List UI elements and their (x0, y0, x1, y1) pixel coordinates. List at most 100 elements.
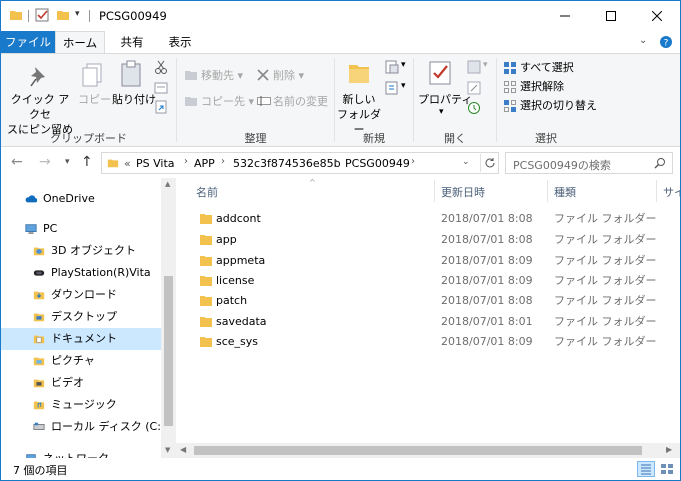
column-header-name[interactable]: 名前 (196, 184, 218, 200)
table-row[interactable]: savedata 2018/07/01 8:01 ファイル フォルダー (176, 312, 680, 332)
open-icon[interactable] (467, 60, 481, 74)
breadcrumb-item[interactable]: PCSG00949 (345, 157, 410, 170)
breadcrumb-overflow[interactable]: « (124, 157, 131, 170)
copy-to-button[interactable]: コピー先 ▾ (201, 94, 254, 109)
forward-button[interactable]: → (39, 154, 51, 170)
column-header-date[interactable]: 更新日時 (441, 184, 485, 200)
column-divider[interactable] (656, 180, 657, 202)
table-row[interactable]: app 2018/07/01 8:08 ファイル フォルダー (176, 230, 680, 250)
scroll-up-icon[interactable]: ▲ (165, 180, 170, 188)
nav-item-3d-objects[interactable]: 3D オブジェクト (1, 240, 161, 262)
breadcrumb-item[interactable]: APP (194, 157, 215, 170)
column-divider[interactable] (434, 180, 435, 202)
breadcrumb-chevron-icon[interactable]: › (221, 156, 225, 167)
search-box[interactable]: PCSG00949の検索 (505, 152, 673, 174)
nav-vertical-scrollbar[interactable]: ▲ ▼ (161, 178, 176, 458)
cut-icon[interactable] (154, 60, 168, 74)
copy-button[interactable]: コピー (78, 92, 111, 107)
table-row[interactable]: sce_sys 2018/07/01 8:09 ファイル フォルダー (176, 332, 680, 352)
edit-icon[interactable] (467, 81, 481, 95)
help-icon[interactable]: ? (659, 35, 673, 49)
tab-file[interactable]: ファイル (1, 31, 55, 53)
invert-selection-icon (504, 100, 516, 112)
move-to-button[interactable]: 移動先 ▾ (201, 68, 243, 83)
nav-item-network[interactable]: ネットワーク (1, 448, 161, 458)
new-folder-icon (349, 65, 369, 83)
scroll-left-icon[interactable]: ◀ (180, 445, 186, 454)
select-all-button[interactable]: すべて選択 (520, 60, 574, 75)
copy-path-icon[interactable] (154, 81, 168, 95)
table-row[interactable]: patch 2018/07/01 8:08 ファイル フォルダー (176, 291, 680, 311)
breadcrumb-item[interactable]: PS Vita (136, 157, 175, 170)
address-dropdown-icon[interactable]: ⌄ (462, 157, 470, 167)
scroll-right-icon[interactable]: ▶ (666, 445, 672, 454)
minimize-button[interactable] (542, 1, 588, 31)
ribbon-collapse-icon[interactable]: ⌄ (639, 35, 647, 46)
properties-button[interactable]: プロパティ (418, 92, 472, 107)
rename-button[interactable]: 名前の変更 (273, 94, 328, 109)
properties-dropdown-icon[interactable]: ▾ (439, 107, 444, 117)
nav-item-local-disk-c[interactable]: ローカル ディスク (C:) (1, 416, 165, 438)
large-icons-view-button[interactable] (658, 461, 676, 477)
content-scroll-thumb[interactable] (194, 446, 642, 455)
delete-button[interactable]: 削除 ▾ (273, 68, 304, 83)
history-icon[interactable] (467, 101, 481, 115)
recent-locations-button[interactable]: ▾ (65, 157, 70, 167)
select-none-button[interactable]: 選択解除 (520, 79, 564, 94)
nav-item-pictures[interactable]: ピクチャ (1, 350, 161, 372)
content-horizontal-scrollbar[interactable]: ◀ ▶ (176, 443, 680, 458)
paste-button[interactable]: 貼り付け (112, 92, 156, 107)
pin-icon (30, 67, 45, 87)
nav-scroll-thumb[interactable] (164, 276, 173, 426)
search-input[interactable]: PCSG00949の検索 (513, 157, 611, 173)
invert-selection-button[interactable]: 選択の切り替え (520, 98, 597, 113)
file-type: ファイル フォルダー (554, 254, 657, 267)
paste-shortcut-icon[interactable] (154, 100, 168, 114)
column-header-type[interactable]: 種類 (554, 184, 576, 200)
table-row[interactable]: appmeta 2018/07/01 8:09 ファイル フォルダー (176, 251, 680, 271)
table-row[interactable]: license 2018/07/01 8:09 ファイル フォルダー (176, 271, 680, 291)
nav-item-videos[interactable]: ビデオ (1, 372, 161, 394)
nav-item-documents[interactable]: ドキュメント (1, 328, 161, 350)
nav-item-music[interactable]: ミュージック (1, 394, 161, 416)
refresh-icon[interactable] (484, 157, 496, 169)
table-row[interactable]: addcont 2018/07/01 8:08 ファイル フォルダー (176, 209, 680, 229)
tab-view[interactable]: 表示 (157, 31, 203, 53)
3d-objects-icon (33, 247, 45, 256)
maximize-button[interactable] (588, 1, 634, 31)
up-button[interactable]: ↑ (81, 154, 93, 170)
scroll-down-icon[interactable]: ▼ (165, 446, 170, 454)
nav-item-playstation-vita[interactable]: PlayStation(R)Vita (1, 262, 161, 284)
new-item-icon[interactable] (385, 60, 399, 74)
nav-label: OneDrive (43, 192, 95, 205)
details-view-icon (641, 464, 651, 475)
nav-item-downloads[interactable]: ダウンロード (1, 284, 161, 306)
open-dropdown-icon[interactable]: ▾ (483, 60, 488, 70)
easy-access-icon[interactable] (385, 81, 399, 95)
column-divider[interactable] (547, 180, 548, 202)
breadcrumb-chevron-icon[interactable]: › (334, 156, 338, 167)
properties-quick-icon[interactable] (35, 8, 49, 22)
nav-item-pc[interactable]: PC (1, 218, 161, 240)
back-button[interactable]: ← (11, 154, 23, 170)
column-header-size[interactable]: サイ (663, 184, 680, 200)
folder-icon (107, 159, 119, 168)
easy-access-dropdown-icon[interactable]: ▾ (401, 81, 406, 91)
customize-quick-access-icon[interactable]: ▾ (75, 9, 80, 19)
title-bar: ▾ PCSG00949 (1, 1, 680, 31)
nav-label: PC (43, 222, 58, 235)
details-view-button[interactable] (637, 461, 655, 477)
tab-home[interactable]: ホーム (55, 31, 105, 53)
tab-share[interactable]: 共有 (109, 31, 155, 53)
new-folder-quick-icon[interactable] (56, 8, 70, 22)
nav-item-onedrive[interactable]: OneDrive (1, 188, 161, 210)
nav-item-desktop[interactable]: デスクトップ (1, 306, 161, 328)
close-button[interactable] (634, 1, 680, 31)
new-item-dropdown-icon[interactable]: ▾ (401, 60, 406, 70)
address-bar[interactable]: « PS Vita › APP › 532c3f874536e85b › PCS… (101, 152, 499, 174)
breadcrumb-chevron-icon[interactable]: › (411, 156, 415, 167)
breadcrumb-chevron-icon[interactable]: › (184, 156, 188, 167)
breadcrumb-item[interactable]: 532c3f874536e85b (233, 157, 341, 170)
sort-ascending-icon: ^ (309, 178, 316, 187)
back-arrow-icon: ← (11, 154, 23, 170)
